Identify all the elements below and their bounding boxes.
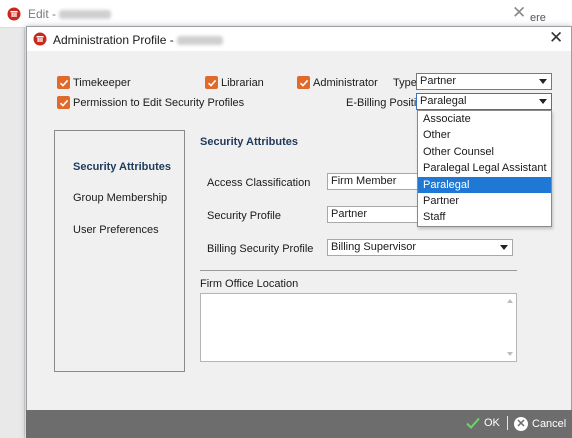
- dropdown-option-staff[interactable]: Staff: [418, 209, 551, 225]
- redacted-name: [177, 36, 224, 46]
- close-icon[interactable]: ✕: [549, 28, 563, 48]
- security-profile-label: Security Profile: [207, 210, 281, 222]
- ebilling-position-dropdown-list: Associate Other Other Counsel Paralegal …: [417, 110, 552, 227]
- firm-office-location-textarea[interactable]: [200, 293, 517, 362]
- background-partial-text: ere: [530, 12, 546, 24]
- chevron-down-icon: [539, 79, 547, 84]
- ebilling-position-select[interactable]: Paralegal: [416, 93, 552, 110]
- permission-checkbox[interactable]: Permission to Edit Security Profiles: [57, 96, 244, 109]
- timekeeper-label: Timekeeper: [73, 76, 131, 89]
- chevron-down-icon: [500, 245, 508, 250]
- checkmark-icon: [205, 76, 218, 89]
- background-left-panel: [0, 28, 25, 438]
- background-titlebar: Edit - ✕ ere: [0, 0, 572, 28]
- cancel-button[interactable]: ✕ Cancel: [514, 417, 566, 431]
- nav-item-user-preferences[interactable]: User Preferences: [73, 224, 159, 236]
- section-title: Security Attributes: [200, 136, 299, 148]
- scroll-up-icon[interactable]: [507, 299, 513, 303]
- dropdown-option-other-counsel[interactable]: Other Counsel: [418, 144, 551, 160]
- billing-security-profile-select[interactable]: Billing Supervisor: [327, 239, 513, 256]
- dialog-titlebar: Administration Profile - ✕: [27, 27, 571, 51]
- type-value: Partner: [420, 75, 457, 87]
- billing-security-profile-value: Billing Supervisor: [331, 241, 416, 253]
- librarian-checkbox[interactable]: Librarian: [205, 76, 264, 89]
- nav-item-group-membership[interactable]: Group Membership: [73, 192, 167, 204]
- librarian-label: Librarian: [221, 76, 264, 89]
- dropdown-option-paralegal-legal-assistant[interactable]: Paralegal Legal Assistant: [418, 160, 551, 176]
- checkmark-icon: [57, 96, 70, 109]
- permission-label: Permission to Edit Security Profiles: [73, 96, 245, 109]
- scroll-down-icon[interactable]: [507, 352, 513, 356]
- type-label: Type: [393, 77, 417, 89]
- checkmark-icon: [297, 76, 310, 89]
- timekeeper-checkbox[interactable]: Timekeeper: [57, 76, 131, 89]
- divider: [200, 270, 517, 271]
- administrator-checkbox[interactable]: Administrator: [297, 76, 378, 89]
- cancel-label: Cancel: [532, 418, 567, 430]
- background-close-icon[interactable]: ✕: [512, 3, 526, 23]
- app-logo-icon: [7, 7, 21, 21]
- ok-label: OK: [484, 417, 500, 429]
- check-icon: [466, 417, 480, 429]
- security-profile-field[interactable]: Partner: [327, 206, 419, 223]
- app-logo-icon: [33, 32, 47, 46]
- ok-button[interactable]: OK: [466, 417, 500, 429]
- billing-security-profile-label: Billing Security Profile: [207, 243, 314, 255]
- background-window-title: Edit -: [28, 7, 112, 21]
- dropdown-option-partner[interactable]: Partner: [418, 193, 551, 209]
- footer-separator: [507, 416, 508, 430]
- checkmark-icon: [57, 76, 70, 89]
- ebilling-position-value: Paralegal: [420, 95, 467, 107]
- access-classification-label: Access Classification: [207, 177, 311, 189]
- type-select[interactable]: Partner: [416, 73, 552, 90]
- cancel-icon: ✕: [514, 417, 528, 431]
- dropdown-option-other[interactable]: Other: [418, 127, 551, 143]
- chevron-down-icon: [539, 99, 547, 104]
- dropdown-option-paralegal[interactable]: Paralegal: [418, 176, 551, 193]
- administrator-label: Administrator: [313, 76, 378, 89]
- dialog-title: Administration Profile -: [53, 33, 224, 47]
- dropdown-option-associate[interactable]: Associate: [418, 111, 551, 127]
- profile-nav-panel: Security Attributes Group Membership Use…: [54, 130, 185, 372]
- redacted-name: [59, 10, 112, 20]
- access-classification-field[interactable]: Firm Member: [327, 173, 419, 190]
- firm-office-location-label: Firm Office Location: [200, 278, 299, 290]
- nav-item-security-attributes[interactable]: Security Attributes: [73, 161, 171, 173]
